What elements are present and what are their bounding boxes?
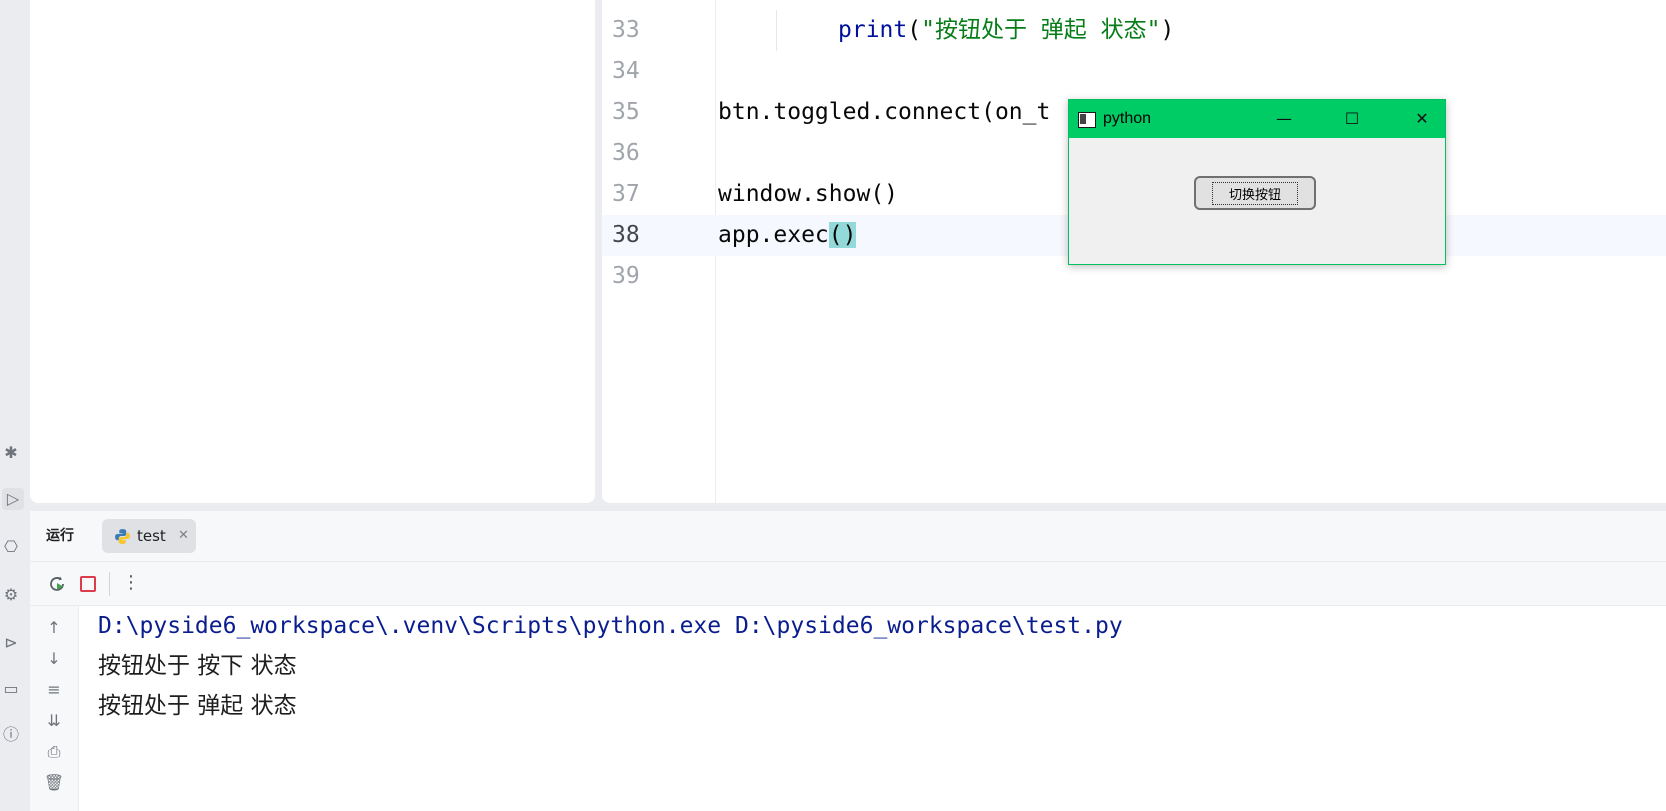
print-icon[interactable]: ⎙	[42, 740, 66, 764]
code-text: app.exec()	[718, 215, 857, 256]
close-icon: ✕	[1415, 109, 1429, 128]
terminal-icon[interactable]: ▭	[0, 678, 22, 700]
close-tab-icon[interactable]: ✕	[178, 519, 189, 553]
scroll-to-end-icon[interactable]: ⇊	[42, 709, 66, 733]
code-paren: (	[907, 17, 922, 43]
code-text: window.show()	[718, 181, 899, 207]
run-tool-window: 运行 test ✕ ⋮ ↑ ↓ ≡ ⇊ ⎙ 🗑 D:\pyside6_works…	[30, 511, 1666, 811]
rerun-icon[interactable]	[46, 573, 68, 595]
line-number: 39	[612, 263, 640, 289]
services-icon[interactable]: ⚙	[0, 584, 22, 606]
line-number: 35	[612, 99, 640, 125]
window-titlebar[interactable]: python — ☐ ✕	[1069, 100, 1445, 138]
code-call: app.exec	[718, 222, 829, 248]
window-title: python	[1103, 110, 1152, 127]
run-tab-test[interactable]: test ✕	[102, 519, 196, 553]
code-line-33[interactable]: 33 print("按钮处于 弹起 状态")	[602, 10, 1666, 51]
console-output-line: 按钮处于 按下 状态	[98, 653, 297, 679]
console-command-line: D:\pyside6_workspace\.venv\Scripts\pytho…	[98, 613, 1123, 639]
line-number: 38	[612, 222, 640, 248]
run-toolbar: ⋮	[30, 562, 1666, 606]
toolbar-separator	[109, 572, 110, 596]
run-configurations-icon[interactable]: ⊳	[0, 632, 22, 654]
python-app-window[interactable]: python — ☐ ✕ 切换按钮	[1068, 99, 1446, 265]
minimize-icon: —	[1276, 109, 1292, 128]
toggle-button-label: 切换按钮	[1211, 181, 1298, 205]
matched-paren-highlight: ()	[828, 222, 857, 248]
python-icon	[115, 529, 130, 544]
console-output[interactable]: D:\pyside6_workspace\.venv\Scripts\pytho…	[98, 606, 1658, 811]
run-tab-bar: 运行 test ✕	[30, 511, 1666, 562]
project-panel	[30, 0, 595, 503]
line-number: 37	[612, 181, 640, 207]
run-icon[interactable]: ▷	[2, 488, 24, 510]
line-number: 36	[612, 140, 640, 166]
line-number: 34	[612, 58, 640, 84]
problems-icon[interactable]: ⓘ	[0, 724, 22, 746]
run-panel-title: 运行	[46, 528, 74, 544]
code-line-34[interactable]: 34	[602, 51, 1666, 92]
soft-wrap-icon[interactable]: ≡	[42, 678, 66, 702]
maximize-icon: ☐	[1344, 109, 1360, 128]
toggle-button[interactable]: 切换按钮	[1194, 176, 1316, 210]
more-options-icon[interactable]: ⋮	[122, 570, 140, 596]
indent-guide	[776, 10, 777, 51]
console-output-line: 按钮处于 弹起 状态	[98, 693, 297, 719]
minimize-button[interactable]: —	[1261, 100, 1307, 138]
python-packages-icon[interactable]: ⎔	[0, 536, 22, 558]
app-window-icon	[1078, 112, 1096, 128]
maximize-button[interactable]: ☐	[1329, 100, 1375, 138]
code-function: print	[838, 17, 908, 43]
console-side-toolbar: ↑ ↓ ≡ ⇊ ⎙ 🗑	[30, 606, 79, 811]
scroll-up-icon[interactable]: ↑	[42, 616, 66, 640]
code-text: print("按钮处于 弹起 状态")	[838, 10, 1174, 51]
scroll-down-icon[interactable]: ↓	[42, 647, 66, 671]
stop-icon[interactable]	[80, 576, 96, 592]
code-string: "按钮处于 弹起 状态"	[921, 17, 1161, 43]
code-paren: )	[1160, 17, 1175, 43]
run-tab-label: test	[137, 527, 166, 545]
line-number: 33	[612, 17, 640, 43]
left-tool-strip: ✱ ▷ ⎔ ⚙ ⊳ ▭ ⓘ	[0, 0, 30, 811]
code-text: btn.toggled.connect(on_t	[718, 99, 1051, 125]
close-button[interactable]: ✕	[1399, 100, 1445, 138]
debug-icon[interactable]: ✱	[0, 442, 22, 464]
clear-icon[interactable]: 🗑	[42, 771, 66, 795]
